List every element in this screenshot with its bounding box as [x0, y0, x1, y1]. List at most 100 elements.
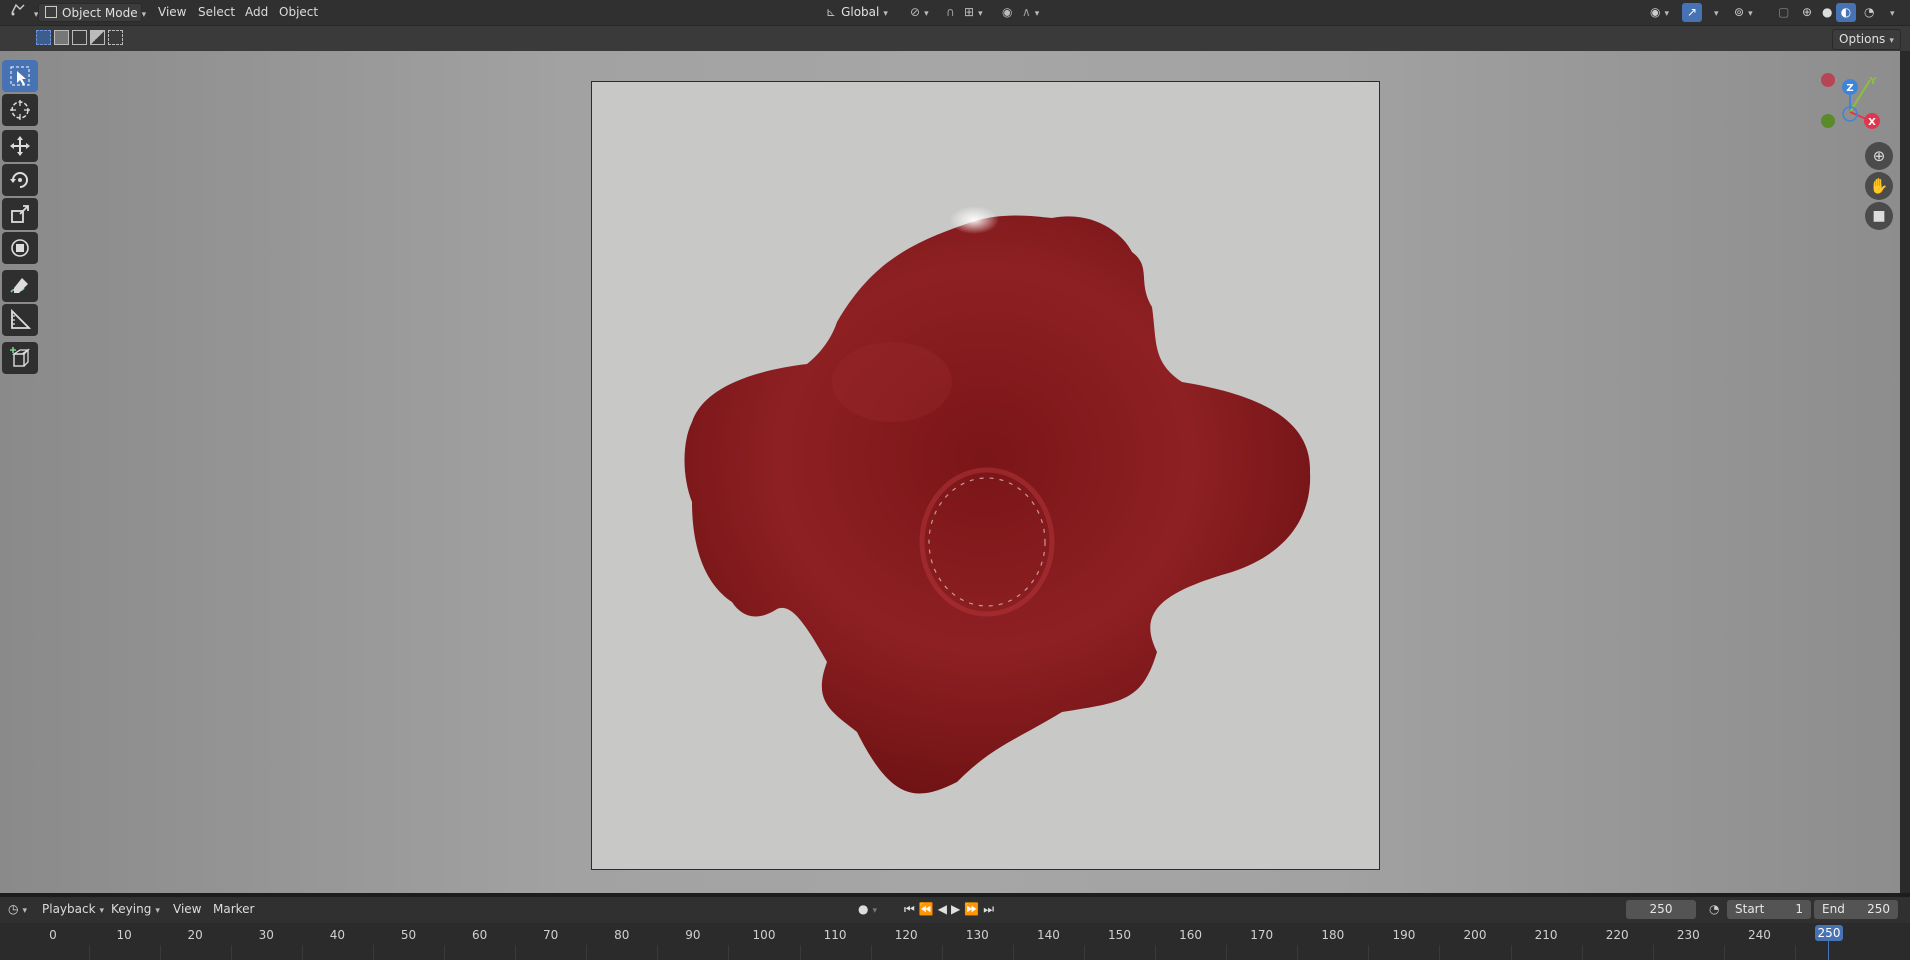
playhead-line: [1828, 939, 1829, 960]
eye-icon: ◉: [1650, 5, 1661, 19]
play-icon[interactable]: ▶: [951, 902, 964, 916]
current-frame-field[interactable]: 250: [1626, 900, 1696, 919]
pivot-icon: ⊘: [910, 5, 921, 19]
add-cube-tool[interactable]: [2, 342, 38, 374]
jump-start-icon[interactable]: ⏮: [904, 902, 919, 916]
material-shading-button[interactable]: ◐: [1836, 3, 1856, 22]
rendered-shading-button[interactable]: ◔: [1858, 3, 1880, 22]
play-reverse-icon[interactable]: ◀: [938, 902, 951, 916]
select-subtract-icon[interactable]: [72, 30, 87, 45]
zoom-button[interactable]: ⊕: [1865, 142, 1893, 170]
start-label: Start: [1735, 902, 1765, 916]
playhead-frame-label[interactable]: 250: [1815, 925, 1843, 941]
ruler-tick-label: 130: [965, 928, 989, 942]
ruler-tick-label: 150: [1108, 928, 1131, 942]
move-tool[interactable]: [2, 130, 38, 162]
menu-select[interactable]: Select: [194, 3, 239, 22]
ruler-tick-line: [728, 945, 730, 960]
timeline-editor-type[interactable]: ◷ ▾: [2, 900, 33, 919]
select-invert-icon[interactable]: [90, 30, 105, 45]
select-intersect-icon[interactable]: [108, 30, 123, 45]
falloff-button[interactable]: ∧ ▾: [1016, 3, 1045, 22]
axis-gizmo: Z Y X: [1821, 73, 1880, 129]
measure-tool[interactable]: [2, 304, 38, 336]
ruler-tick-line: [1723, 945, 1725, 960]
ruler-tick-label: 70: [543, 928, 559, 942]
xray-icon: ▢: [1778, 5, 1790, 19]
gizmo-dropdown[interactable]: ▾: [1704, 3, 1725, 22]
menu-view[interactable]: View: [154, 3, 190, 22]
menu-keying[interactable]: Keying ▾: [107, 900, 164, 919]
ruler-tick-label: 200: [1463, 928, 1487, 942]
ruler-tick-line: [586, 945, 588, 960]
chevron-down-icon: ▾: [1890, 9, 1895, 19]
scale-tool[interactable]: [2, 198, 38, 230]
snap-target-button[interactable]: ⊞ ▾: [958, 3, 989, 22]
ruler-tick-line: [799, 945, 801, 960]
ruler-tick-label: 190: [1392, 928, 1416, 942]
snap-increment-icon: ⊞: [964, 5, 975, 19]
ruler-tick-line: [870, 945, 872, 960]
xray-toggle[interactable]: ▢: [1772, 3, 1795, 22]
timeline-ruler[interactable]: 0 10 20 30 40 50 60 70 80 90 100 110 120 130 140 150 160…: [0, 923, 1910, 960]
clock-icon: ◷: [8, 902, 19, 916]
wireframe-icon: ⊕: [1802, 5, 1813, 19]
shading-dropdown[interactable]: ▾: [1880, 3, 1901, 22]
3d-viewport-icon: [10, 3, 30, 20]
ruler-tick-line: [941, 945, 943, 960]
menu-add[interactable]: Add: [241, 3, 272, 22]
ruler-tick-line: [1652, 945, 1654, 960]
viewport-scrollbar[interactable]: [1900, 51, 1910, 893]
rotate-tool[interactable]: [2, 164, 38, 196]
ruler-tick-line: [1368, 945, 1370, 960]
select-new-icon[interactable]: [36, 30, 51, 45]
ruler-tick-line: [515, 945, 517, 960]
menu-timeline-view[interactable]: View: [169, 900, 205, 919]
ruler-tick-label: 60: [471, 928, 488, 942]
camera-view-frame: [591, 81, 1380, 870]
transform-orientation-select[interactable]: ⊾ Global ▾: [820, 3, 894, 22]
chevron-down-icon: ▾: [99, 906, 105, 916]
preview-range-toggle[interactable]: ◔: [1703, 900, 1725, 919]
menu-marker[interactable]: Marker: [209, 900, 258, 919]
overlays-toggle[interactable]: ⊚ ▾: [1728, 3, 1759, 22]
auto-keying-toggle[interactable]: ● ▾: [852, 900, 883, 919]
menu-object[interactable]: Object: [275, 3, 322, 22]
ruler-tick-line: [88, 945, 90, 960]
options-label: Options: [1839, 32, 1886, 46]
mode-select[interactable]: Object Mode ▾: [38, 3, 146, 22]
ruler-tick-line: [1226, 945, 1228, 960]
visibility-button[interactable]: ◉ ▾: [1644, 3, 1675, 22]
ruler-tick-label: 140: [1036, 928, 1060, 942]
end-frame-field[interactable]: End 250: [1814, 900, 1898, 919]
gizmo-toggle[interactable]: ↗: [1682, 3, 1702, 22]
navigation-gizmo[interactable]: Z Y X: [1808, 66, 1888, 134]
ruler-tick-label: 90: [685, 928, 701, 942]
neg-y-axis-dot[interactable]: [1821, 114, 1835, 128]
start-frame-field[interactable]: Start 1: [1727, 900, 1811, 919]
jump-end-icon[interactable]: ⏭: [983, 902, 998, 916]
ruler-tick-label: 240: [1747, 928, 1771, 942]
ruler-tick-label: 50: [400, 928, 417, 942]
transform-tool[interactable]: [2, 232, 38, 264]
jump-keyframe-back-icon[interactable]: ⏪: [919, 902, 938, 916]
scale-icon: [11, 205, 29, 223]
select-extend-icon[interactable]: [54, 30, 69, 45]
options-button[interactable]: Options ▾: [1832, 29, 1901, 50]
ruler-tick-line: [1155, 945, 1157, 960]
material-sphere-icon: ◐: [1840, 5, 1852, 19]
select-box-tool[interactable]: [2, 60, 38, 92]
jump-keyframe-forward-icon[interactable]: ⏩: [964, 902, 983, 916]
cursor-tool[interactable]: [2, 94, 38, 126]
ruler-tick-label: 120: [894, 928, 918, 942]
wireframe-shading-button[interactable]: ⊕: [1796, 3, 1818, 22]
pivot-point-button[interactable]: ⊘ ▾: [904, 3, 935, 22]
neg-x-axis-dot[interactable]: [1821, 73, 1835, 87]
pan-button[interactable]: ✋: [1865, 172, 1893, 200]
ruler-tick-label: 160: [1179, 928, 1203, 942]
menu-playback[interactable]: Playback ▾: [38, 900, 108, 919]
y-axis-label: Y: [1868, 76, 1877, 87]
annotate-tool[interactable]: [2, 270, 38, 302]
select-box-icon: [10, 66, 30, 86]
camera-view-button[interactable]: ■: [1865, 202, 1893, 230]
